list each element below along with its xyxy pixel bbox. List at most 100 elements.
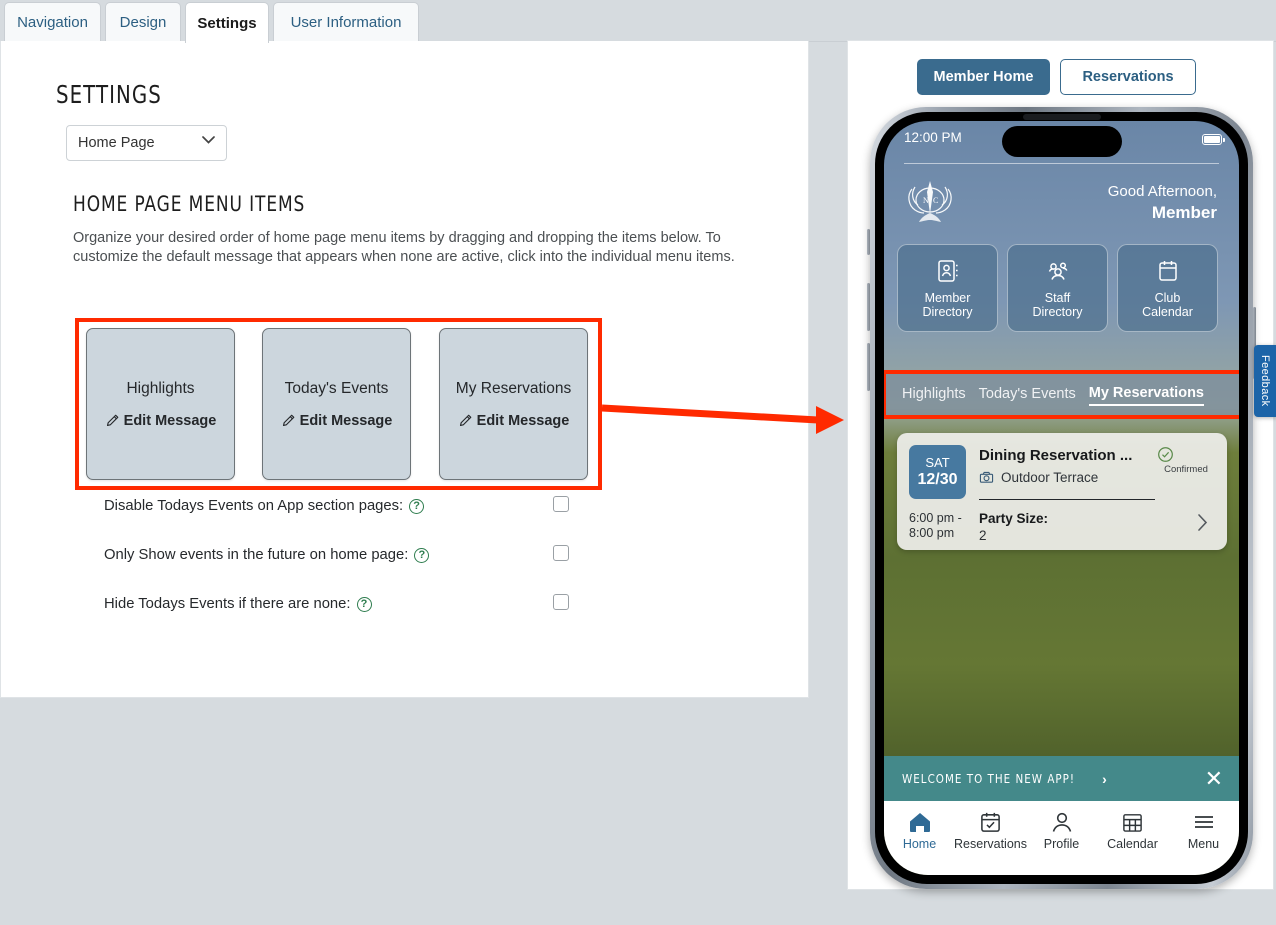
tile-label-line2: Directory: [1032, 304, 1083, 319]
question-mark-icon[interactable]: ?: [356, 596, 372, 612]
welcome-banner[interactable]: WELCOME TO THE NEW APP! › ✕: [884, 756, 1239, 801]
tab-label: Navigation: [17, 14, 88, 31]
bottom-nav-reservations[interactable]: Reservations: [954, 811, 1027, 851]
option-label-text: Hide Todays Events if there are none:: [104, 596, 351, 612]
bottom-nav-calendar[interactable]: Calendar: [1100, 811, 1166, 851]
greeting-line-2: Member: [1151, 203, 1217, 222]
party-size-label: Party Size:: [979, 511, 1049, 526]
menu-item-my-reservations[interactable]: My Reservations Edit Message: [439, 328, 588, 480]
reservation-title: Dining Reservation ...: [979, 447, 1133, 464]
tab-settings[interactable]: Settings: [185, 2, 269, 43]
bottom-nav-label: Reservations: [954, 837, 1027, 851]
reservation-time: 6:00 pm - 8:00 pm: [909, 511, 962, 541]
pencil-icon: [458, 414, 472, 428]
checkbox-only-show-future-events[interactable]: [553, 545, 569, 561]
menu-item-title: Highlights: [126, 379, 195, 397]
calendar-icon: [1156, 258, 1180, 284]
menu-item-title: My Reservations: [455, 379, 572, 397]
reservation-card[interactable]: SAT 12/30 Dining Reservation ... Outdoor…: [897, 433, 1227, 550]
bottom-nav-home[interactable]: Home: [887, 811, 953, 851]
edit-message-label: Edit Message: [299, 412, 393, 429]
menu-item-todays-events[interactable]: Today's Events Edit Message: [262, 328, 411, 480]
option-label: Disable Todays Events on App section pag…: [104, 498, 425, 514]
option-label-text: Only Show events in the future on home p…: [104, 547, 409, 563]
checkbox-hide-todays-events[interactable]: [553, 594, 569, 610]
chevron-right-icon: ›: [1102, 770, 1107, 787]
phone-earpiece-icon: [1022, 114, 1101, 120]
party-size-value: 2: [979, 528, 987, 543]
bottom-nav-menu[interactable]: Menu: [1171, 811, 1237, 851]
option-label: Only Show events in the future on home p…: [104, 547, 430, 563]
edit-message-label: Edit Message: [123, 412, 217, 429]
reservation-day: SAT: [925, 455, 950, 470]
phone-volume-up-button: [867, 283, 870, 331]
bottom-navigation-bar: Home Reservations Profile Calendar Menu: [884, 801, 1239, 875]
question-mark-icon[interactable]: ?: [409, 498, 425, 514]
annotation-arrow: [601, 404, 844, 434]
status-badge-label: Confirmed: [1164, 464, 1208, 475]
option-row-only-show-future-events: Only Show events in the future on home p…: [1, 545, 810, 567]
home-icon: [908, 811, 932, 833]
option-label-text: Disable Todays Events on App section pag…: [104, 498, 404, 514]
preview-toggle-label: Member Home: [933, 69, 1034, 85]
tile-label-line1: Staff: [1044, 290, 1071, 305]
calendar-grid-icon: [1121, 811, 1144, 833]
section-title: HOME PAGE MENU ITEMS: [73, 192, 306, 216]
hamburger-menu-icon: [1192, 811, 1216, 833]
reservation-date-chip: SAT 12/30: [909, 445, 966, 499]
page-title: SETTINGS: [56, 80, 162, 109]
phone-status-bar: 12:00 PM: [884, 121, 1239, 159]
pencil-icon: [281, 414, 295, 428]
home-tab-my-reservations[interactable]: My Reservations: [1088, 385, 1204, 406]
svg-text:C: C: [933, 196, 938, 205]
option-label: Hide Todays Events if there are none: ?: [104, 596, 372, 612]
phone-bezel: 12:00 PM N C Good Afternoon, Member Memb…: [875, 112, 1248, 884]
tile-label: Club Calendar: [1142, 291, 1193, 319]
home-tab-highlights[interactable]: Highlights: [902, 386, 966, 405]
bottom-nav-label: Profile: [1043, 837, 1080, 851]
edit-message-label: Edit Message: [476, 412, 570, 429]
header-divider: [904, 163, 1219, 164]
home-menu-tabs: Highlights Today's Events My Reservation…: [884, 374, 1239, 416]
status-badge: Confirmed: [1157, 446, 1215, 475]
main-tabstrip: Navigation Design Settings User Informat…: [0, 0, 1276, 43]
battery-icon: [1202, 134, 1225, 145]
bottom-nav-profile[interactable]: Profile: [1029, 811, 1095, 851]
chevron-right-icon[interactable]: [1197, 513, 1209, 532]
tile-staff-directory[interactable]: Staff Directory: [1007, 244, 1108, 332]
quick-action-tiles: Member Directory Staff Directory Club Ca…: [897, 244, 1218, 332]
feedback-tab[interactable]: Feedback: [1254, 345, 1276, 417]
tile-label-line2: Directory: [922, 304, 973, 319]
menu-item-title: Today's Events: [284, 379, 389, 397]
tile-label: Member Directory: [922, 291, 972, 319]
edit-message-button[interactable]: Edit Message: [105, 412, 217, 429]
tab-label: User Information: [290, 14, 402, 31]
tile-member-directory[interactable]: Member Directory: [897, 244, 998, 332]
edit-message-button[interactable]: Edit Message: [458, 412, 570, 429]
page-select[interactable]: Home Page: [66, 125, 227, 161]
tile-club-calendar[interactable]: Club Calendar: [1117, 244, 1218, 332]
preview-toggle-member-home[interactable]: Member Home: [917, 59, 1050, 95]
reservation-location-text: Outdoor Terrace: [1001, 470, 1099, 485]
check-circle-icon: [1157, 446, 1215, 463]
tab-design[interactable]: Design: [105, 2, 181, 42]
close-icon[interactable]: ✕: [1205, 767, 1223, 790]
section-description: Organize your desired order of home page…: [73, 230, 735, 265]
tab-navigation[interactable]: Navigation: [4, 2, 101, 42]
menu-item-highlights[interactable]: Highlights Edit Message: [86, 328, 235, 480]
home-tab-todays-events[interactable]: Today's Events: [979, 386, 1076, 405]
tab-user-information[interactable]: User Information: [273, 2, 419, 42]
question-mark-icon[interactable]: ?: [414, 547, 430, 563]
phone-volume-down-button: [867, 343, 870, 391]
reservation-time-line2: 8:00 pm: [909, 526, 955, 540]
edit-message-button[interactable]: Edit Message: [281, 412, 393, 429]
settings-panel: SETTINGS Home Page HOME PAGE MENU ITEMS …: [0, 41, 809, 698]
app-preview-panel: Member Home Reservations 12:00 PM N C Go…: [847, 40, 1274, 890]
person-icon: [1051, 811, 1073, 833]
preview-toggle-label: Reservations: [1082, 69, 1174, 85]
bottom-nav-label: Calendar: [1107, 837, 1158, 851]
greeting-line-1: Good Afternoon,: [1107, 183, 1217, 200]
preview-toggle-reservations[interactable]: Reservations: [1060, 59, 1196, 95]
pencil-icon: [105, 414, 119, 428]
checkbox-disable-todays-events[interactable]: [553, 496, 569, 512]
